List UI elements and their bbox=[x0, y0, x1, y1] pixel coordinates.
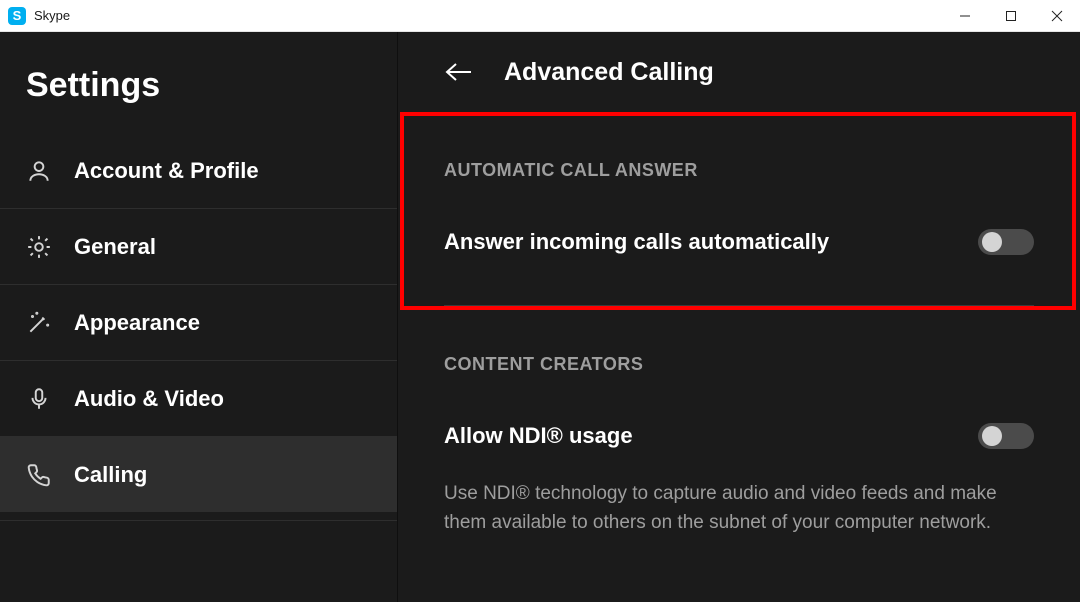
close-button[interactable] bbox=[1034, 0, 1080, 32]
toggle-auto-answer[interactable] bbox=[978, 229, 1034, 255]
content-header: Advanced Calling bbox=[422, 32, 1056, 112]
back-button[interactable] bbox=[444, 61, 474, 83]
sidebar-item-label: Account & Profile bbox=[74, 158, 259, 184]
sidebar-item-label: General bbox=[74, 234, 156, 260]
window-controls bbox=[942, 0, 1080, 32]
sidebar-item-calling[interactable]: Calling bbox=[0, 437, 397, 513]
toggle-ndi-usage[interactable] bbox=[978, 423, 1034, 449]
settings-sidebar: Settings Account & Profile General Appea… bbox=[0, 32, 398, 602]
minimize-button[interactable] bbox=[942, 0, 988, 32]
close-icon bbox=[1051, 10, 1063, 22]
minimize-icon bbox=[959, 10, 971, 22]
app: Settings Account & Profile General Appea… bbox=[0, 32, 1080, 602]
sidebar-overflow bbox=[0, 513, 397, 521]
sidebar-title: Settings bbox=[0, 32, 397, 133]
page-title: Advanced Calling bbox=[504, 58, 714, 87]
section-heading: AUTOMATIC CALL ANSWER bbox=[444, 160, 1034, 181]
back-arrow-icon bbox=[444, 61, 474, 83]
section-content-creators: CONTENT CREATORS Allow NDI® usage Use ND… bbox=[422, 306, 1056, 548]
phone-icon bbox=[26, 462, 52, 488]
sidebar-item-general[interactable]: General bbox=[0, 209, 397, 285]
sidebar-item-audio-video[interactable]: Audio & Video bbox=[0, 361, 397, 437]
sidebar-item-label: Calling bbox=[74, 462, 147, 488]
row-auto-answer: Answer incoming calls automatically bbox=[444, 229, 1034, 255]
row-title: Allow NDI® usage bbox=[444, 423, 633, 449]
sidebar-item-appearance[interactable]: Appearance bbox=[0, 285, 397, 361]
wand-icon bbox=[26, 310, 52, 336]
maximize-icon bbox=[1005, 10, 1017, 22]
section-heading: CONTENT CREATORS bbox=[444, 354, 1034, 375]
skype-icon: S bbox=[8, 7, 26, 25]
maximize-button[interactable] bbox=[988, 0, 1034, 32]
sidebar-item-label: Audio & Video bbox=[74, 386, 224, 412]
sidebar-item-account[interactable]: Account & Profile bbox=[0, 133, 397, 209]
row-ndi-usage: Allow NDI® usage bbox=[444, 423, 1034, 449]
titlebar: S Skype bbox=[0, 0, 1080, 32]
content-area: Advanced Calling AUTOMATIC CALL ANSWER A… bbox=[398, 32, 1080, 602]
ndi-description: Use NDI® technology to capture audio and… bbox=[444, 479, 1034, 538]
titlebar-title: Skype bbox=[34, 8, 70, 23]
titlebar-left: S Skype bbox=[8, 7, 70, 25]
section-automatic-call-answer: AUTOMATIC CALL ANSWER Answer incoming ca… bbox=[422, 112, 1056, 265]
row-title: Answer incoming calls automatically bbox=[444, 229, 829, 255]
account-icon bbox=[26, 158, 52, 184]
gear-icon bbox=[26, 234, 52, 260]
sidebar-item-label: Appearance bbox=[74, 310, 200, 336]
microphone-icon bbox=[26, 386, 52, 412]
